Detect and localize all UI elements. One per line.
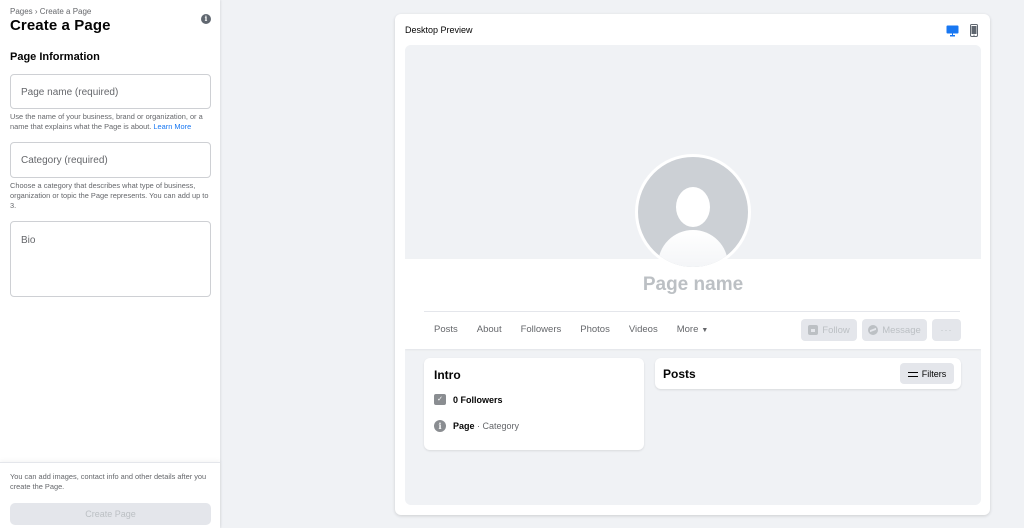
more-options-button[interactable]: ··· bbox=[932, 319, 961, 341]
header-divider bbox=[424, 311, 960, 312]
tab-posts[interactable]: Posts bbox=[434, 324, 458, 335]
category-text: Page · Category bbox=[453, 421, 519, 431]
avatar bbox=[635, 154, 751, 270]
info-circle-icon: i bbox=[434, 420, 446, 432]
tab-followers[interactable]: Followers bbox=[521, 324, 562, 335]
page-name-input[interactable]: Page name (required) bbox=[10, 74, 211, 109]
avatar-body bbox=[658, 230, 728, 267]
tab-about[interactable]: About bbox=[477, 324, 502, 335]
message-label: Message bbox=[882, 324, 921, 336]
followers-check-icon: ✓ bbox=[434, 394, 446, 405]
category-value: Category bbox=[482, 421, 520, 431]
followers-count: 0 Followers bbox=[453, 394, 503, 405]
caret-down-icon: ▼ bbox=[701, 327, 709, 334]
learn-more-link[interactable]: Learn More bbox=[153, 122, 191, 131]
posts-title: Posts bbox=[663, 367, 696, 381]
preview-page-name: Page name bbox=[642, 274, 744, 295]
info-icon[interactable]: i bbox=[201, 14, 211, 24]
messenger-icon bbox=[868, 325, 879, 335]
category-help: Choose a category that describes what ty… bbox=[10, 181, 209, 210]
breadcrumb[interactable]: Pages › Create a Page bbox=[10, 7, 91, 16]
intro-title: Intro bbox=[434, 368, 461, 382]
follow-button[interactable]: Follow bbox=[801, 319, 857, 341]
filters-label: Filters bbox=[921, 368, 947, 379]
intro-card: Intro ✓ 0 Followers i Page · Category bbox=[424, 358, 644, 450]
tab-videos[interactable]: Videos bbox=[629, 324, 658, 335]
message-button[interactable]: Message bbox=[862, 319, 927, 341]
follow-label: Follow bbox=[822, 324, 850, 336]
bio-textarea[interactable]: Bio bbox=[10, 221, 211, 297]
preview-title: Desktop Preview bbox=[405, 25, 473, 35]
category-row: i Page · Category bbox=[434, 420, 519, 432]
desktop-preview-card: Desktop Preview Page name Posts About Fo… bbox=[395, 14, 990, 515]
filters-icon bbox=[907, 370, 918, 378]
tab-more[interactable]: More ▼ bbox=[677, 324, 709, 335]
mobile-icon[interactable] bbox=[970, 24, 978, 37]
bio-placeholder: Bio bbox=[21, 235, 36, 246]
section-title: Page Information bbox=[10, 51, 100, 63]
filters-button[interactable]: Filters bbox=[900, 363, 954, 384]
create-page-sidebar: Pages › Create a Page Create a Page i Pa… bbox=[0, 0, 220, 528]
category-placeholder: Category (required) bbox=[21, 155, 108, 166]
category-input[interactable]: Category (required) bbox=[10, 142, 211, 178]
sidebar-footer: You can add images, contact info and oth… bbox=[0, 462, 220, 528]
category-sep: · bbox=[474, 421, 483, 431]
desktop-icon[interactable] bbox=[946, 25, 959, 37]
create-page-button[interactable]: Create Page bbox=[10, 503, 211, 525]
page-title: Create a Page bbox=[10, 17, 111, 34]
page-tabs: Posts About Followers Photos Videos More… bbox=[434, 324, 727, 335]
avatar-placeholder-icon bbox=[638, 157, 748, 267]
page-name-help: Use the name of your business, brand or … bbox=[10, 112, 215, 132]
page-preview-canvas: Page name Posts About Followers Photos V… bbox=[405, 45, 981, 505]
follow-icon bbox=[808, 325, 819, 335]
tab-more-label: More bbox=[676, 324, 699, 335]
footer-note: You can add images, contact info and oth… bbox=[10, 472, 207, 491]
category-prefix: Page bbox=[453, 421, 475, 431]
page-name-placeholder: Page name (required) bbox=[21, 87, 119, 98]
followers-row: ✓ 0 Followers bbox=[434, 394, 503, 405]
more-dots-icon: ··· bbox=[940, 325, 953, 335]
posts-card: Posts Filters bbox=[655, 358, 961, 389]
avatar-head bbox=[676, 187, 710, 227]
tab-photos[interactable]: Photos bbox=[580, 324, 610, 335]
